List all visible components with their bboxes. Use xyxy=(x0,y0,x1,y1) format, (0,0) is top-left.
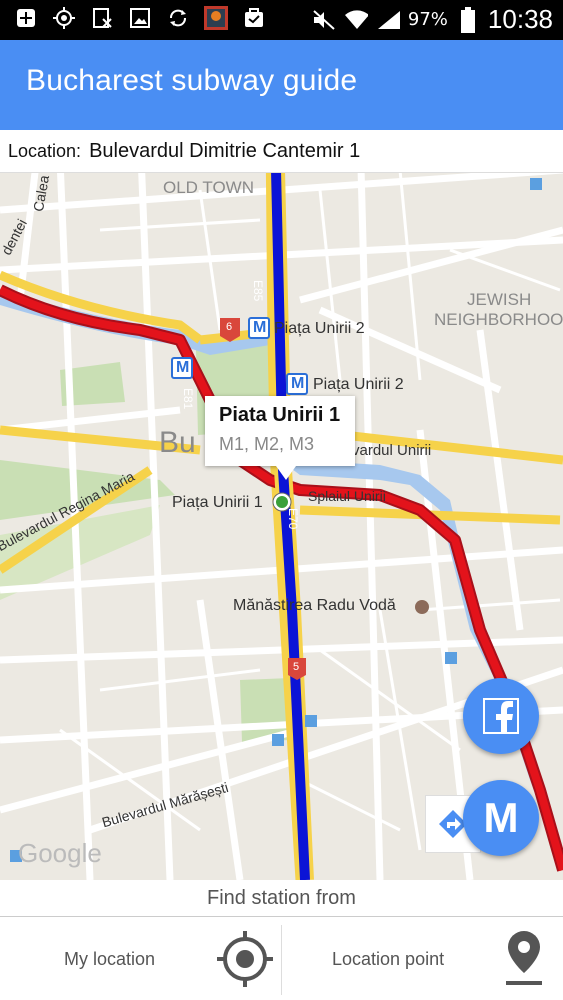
facebook-icon xyxy=(483,698,519,734)
facebook-button[interactable] xyxy=(463,678,539,754)
route-shield-5-label: 5 xyxy=(293,661,300,673)
mute-icon xyxy=(312,8,336,32)
briefcase-icon xyxy=(242,6,266,30)
app-bar: Bucharest subway guide xyxy=(0,40,563,130)
find-station-header: Find station from xyxy=(0,880,563,917)
map-label-piata-unirii-2b: Piața Unirii 2 xyxy=(313,376,404,393)
my-location-button[interactable]: My location xyxy=(0,917,280,1000)
route-shield-6-label: 6 xyxy=(226,321,233,333)
station-info-window[interactable]: Piata Unirii 1 M1, M2, M3 xyxy=(205,396,355,466)
metro-button[interactable]: M xyxy=(463,780,539,856)
map-view[interactable]: OLD TOWN JEWISH NEIGHBORHOOD Piața Uniri… xyxy=(0,130,563,880)
wifi-icon xyxy=(344,8,368,32)
map-label-neighborhood: NEIGHBORHOOD xyxy=(434,310,563,329)
map-label-splaiul: Splaiul Unirii xyxy=(308,488,386,504)
map-label-old-town: OLD TOWN xyxy=(163,178,254,197)
app-thumbnail-icon xyxy=(204,6,228,30)
status-bar: 97% 10:38 xyxy=(0,0,563,40)
station-marker-dot xyxy=(276,496,288,508)
google-logo: Google xyxy=(18,838,102,868)
sync-icon xyxy=(166,6,190,30)
bottom-bar: My location Location point xyxy=(0,917,563,1000)
crosshair-icon xyxy=(217,931,273,987)
status-icons-left xyxy=(14,6,266,30)
location-value: Bulevardul Dimitrie Cantemir 1 xyxy=(89,139,361,162)
map-pin-icon xyxy=(506,931,542,985)
location-point-button[interactable]: Location point xyxy=(282,917,563,1000)
battery-icon xyxy=(456,6,480,33)
monastery-poi-icon xyxy=(415,600,429,614)
info-window-pointer xyxy=(276,466,296,480)
metro-icon-label: M xyxy=(253,319,267,336)
location-point-label: Location point xyxy=(332,949,445,969)
map-label-jewish: JEWISH xyxy=(467,290,532,309)
gps-icon xyxy=(52,6,76,30)
metro-icon-label: M xyxy=(291,375,305,392)
map-label-manastirea: Mănăstirea Radu Vodă xyxy=(233,597,396,614)
metro-icon-label: M xyxy=(176,359,190,376)
station-lines: M1, M2, M3 xyxy=(219,434,315,454)
map-label-piata-unirii-1: Piața Unirii 1 xyxy=(172,494,263,511)
image-icon xyxy=(128,6,152,30)
sim-disabled-icon xyxy=(90,6,114,30)
add-box-icon xyxy=(14,6,38,30)
road-label-e70: E70 xyxy=(286,508,300,530)
signal-icon xyxy=(376,8,400,32)
my-location-label: My location xyxy=(64,949,156,969)
map-label-bulevardul-unirii: vardul Unirii xyxy=(352,442,432,459)
status-icons-right: 97% 10:38 xyxy=(312,4,553,35)
road-label-e85: E85 xyxy=(251,280,265,302)
app-title: Bucharest subway guide xyxy=(26,64,358,97)
map-label-piata-unirii-2a: Piața Unirii 2 xyxy=(274,320,365,337)
map-label-bu: Bu xyxy=(159,426,196,459)
location-bar: Location: Bulevardul Dimitrie Cantemir 1 xyxy=(0,130,563,173)
road-label-e81: E81 xyxy=(181,388,195,410)
station-title: Piata Unirii 1 xyxy=(219,404,341,426)
location-label: Location: xyxy=(8,140,82,161)
battery-percent: 97% xyxy=(407,9,448,30)
clock: 10:38 xyxy=(487,4,553,34)
